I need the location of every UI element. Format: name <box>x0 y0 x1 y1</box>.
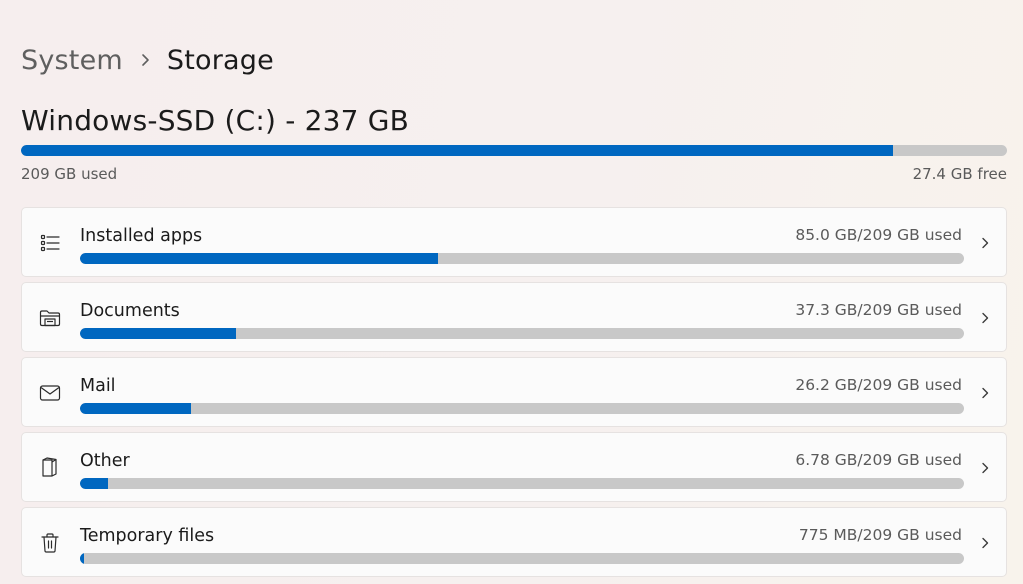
category-usage-fill <box>80 478 109 489</box>
category-usage-fill <box>80 253 439 264</box>
chevron-right-icon <box>978 385 992 399</box>
category-usage-bar <box>80 403 964 414</box>
drive-free-label: 27.4 GB free <box>912 165 1007 183</box>
category-documents[interactable]: Documents 37.3 GB/209 GB used <box>21 282 1007 352</box>
category-usage-fill <box>80 403 191 414</box>
category-label: Installed apps <box>80 226 203 246</box>
chevron-right-icon <box>978 535 992 549</box>
folder-icon <box>39 307 61 329</box>
storage-category-list: Installed apps 85.0 GB/209 GB used Docum… <box>21 207 1007 582</box>
category-other[interactable]: Other 6.78 GB/209 GB used <box>21 432 1007 502</box>
chevron-right-icon <box>978 460 992 474</box>
breadcrumb-system[interactable]: System <box>21 45 123 76</box>
drive-usage-bar <box>21 145 1007 156</box>
category-installed-apps[interactable]: Installed apps 85.0 GB/209 GB used <box>21 207 1007 277</box>
category-usage: 26.2 GB/209 GB used <box>795 376 962 394</box>
category-usage: 37.3 GB/209 GB used <box>795 301 962 319</box>
category-usage-fill <box>80 328 237 339</box>
breadcrumb: System Storage <box>21 40 274 80</box>
category-mail[interactable]: Mail 26.2 GB/209 GB used <box>21 357 1007 427</box>
drive-title: Windows-SSD (C:) - 237 GB <box>21 104 410 137</box>
category-label: Temporary files <box>80 526 215 546</box>
chevron-right-icon <box>978 310 992 324</box>
mail-icon <box>39 382 61 404</box>
category-usage-bar <box>80 328 964 339</box>
category-usage: 85.0 GB/209 GB used <box>795 226 962 244</box>
drive-usage-fill <box>21 145 893 156</box>
drive-used-label: 209 GB used <box>21 165 118 183</box>
category-label: Other <box>80 451 130 471</box>
chevron-right-icon <box>123 53 167 67</box>
chevron-right-icon <box>978 235 992 249</box>
category-usage-bar <box>80 253 964 264</box>
category-usage-bar <box>80 478 964 489</box>
category-usage: 775 MB/209 GB used <box>798 526 962 544</box>
category-temporary-files[interactable]: Temporary files 775 MB/209 GB used <box>21 507 1007 577</box>
category-usage: 6.78 GB/209 GB used <box>795 451 962 469</box>
list-icon <box>39 232 61 254</box>
trash-icon <box>39 532 61 554</box>
page-title: Storage <box>166 44 274 76</box>
other-files-icon <box>39 457 61 479</box>
category-usage-bar <box>80 553 964 564</box>
category-usage-fill <box>80 553 84 564</box>
category-label: Mail <box>80 376 116 396</box>
category-label: Documents <box>80 301 180 321</box>
